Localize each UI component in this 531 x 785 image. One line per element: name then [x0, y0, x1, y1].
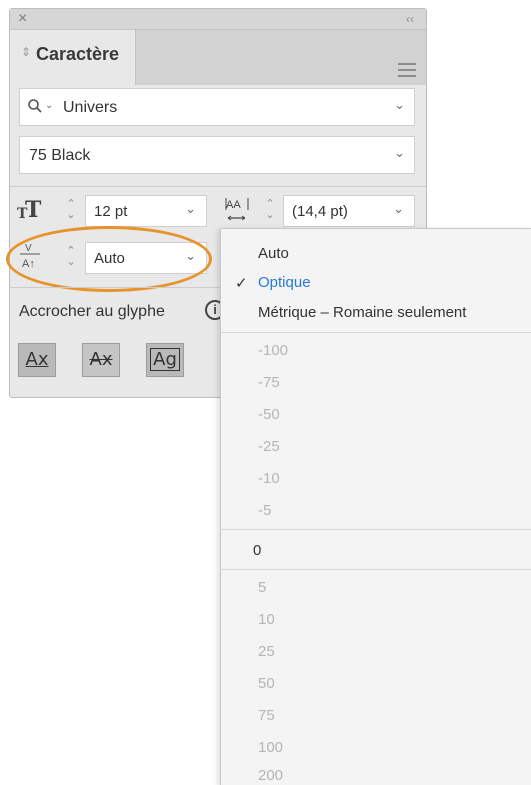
svg-text:AA: AA: [226, 199, 241, 211]
search-chevron-icon: ⌄: [45, 100, 54, 111]
button-label: Ag: [150, 348, 180, 371]
font-style-field[interactable]: 75 Black ⌄: [19, 136, 415, 174]
kerning-dropdown-menu: Auto ✓ Optique Métrique – Romaine seulem…: [220, 228, 531, 785]
leading-value: (14,4 pt): [292, 203, 348, 220]
tab-character[interactable]: ⇕ Caractère: [10, 30, 136, 85]
menu-item-75: 75: [258, 707, 275, 724]
font-family-field[interactable]: ⌄ Univers ⌄: [19, 88, 415, 126]
chevron-down-icon[interactable]: ⌄: [185, 201, 196, 217]
tab-label: Caractère: [36, 44, 120, 64]
button-label: Ax: [25, 349, 49, 370]
font-size-stepper[interactable]: ⌃ ⌄: [63, 199, 79, 221]
chevron-down-icon[interactable]: ⌄: [393, 201, 404, 217]
panel-menu-icon[interactable]: [398, 63, 416, 81]
close-icon[interactable]: ×: [18, 9, 27, 29]
divider: [10, 287, 220, 288]
panel-titlebar: × ‹‹: [10, 9, 426, 30]
menu-item-50: 50: [258, 675, 275, 692]
checkmark-icon: ✓: [235, 275, 248, 292]
font-size-value: 12 pt: [94, 203, 128, 220]
strikethrough-button[interactable]: Ax: [82, 343, 120, 377]
menu-item-minus-100: -100: [258, 342, 289, 359]
menu-item-auto[interactable]: Auto: [258, 245, 289, 262]
font-size-icon: T T: [17, 197, 42, 223]
menu-item-optique[interactable]: Optique: [258, 274, 311, 291]
tab-reorder-icon: ⇕: [21, 45, 32, 59]
search-icon: [28, 99, 42, 113]
leading-icon: AA: [225, 198, 249, 221]
menu-item-10: 10: [258, 611, 275, 628]
font-size-field[interactable]: 12 pt ⌄: [85, 195, 207, 227]
divider: [10, 186, 426, 187]
highlight-annotation: [6, 226, 212, 292]
leading-field[interactable]: (14,4 pt) ⌄: [283, 195, 415, 227]
chevron-down-icon[interactable]: ⌄: [394, 97, 405, 113]
all-caps-button[interactable]: Ax: [18, 343, 56, 377]
chevron-down-icon[interactable]: ⌄: [394, 145, 405, 161]
font-family-value: Univers: [63, 99, 118, 116]
menu-item-minus-5: -5: [258, 502, 272, 519]
menu-item-zero[interactable]: 0: [253, 542, 261, 559]
menu-item-minus-25: -25: [258, 438, 280, 455]
leading-stepper[interactable]: ⌃ ⌄: [262, 199, 278, 221]
menu-item-metrique[interactable]: Métrique – Romaine seulement: [258, 304, 466, 321]
menu-separator: [221, 332, 531, 333]
menu-item-minus-50: -50: [258, 406, 280, 423]
tab-row: ⇕ Caractère: [10, 30, 426, 85]
font-style-value: 75 Black: [29, 147, 91, 164]
menu-item-25: 25: [258, 643, 275, 660]
menu-separator: [221, 569, 531, 570]
menu-separator: [221, 529, 531, 530]
menu-item-100: 100: [258, 739, 284, 756]
menu-item-minus-75: -75: [258, 374, 280, 391]
menu-item-minus-10: -10: [258, 470, 280, 487]
snap-to-glyph-label: Accrocher au glyphe: [19, 303, 165, 320]
collapse-icon[interactable]: ‹‹: [406, 9, 414, 29]
glyph-frame-button[interactable]: Ag: [146, 343, 184, 377]
menu-item-200: 200: [258, 767, 284, 784]
button-label: Ax: [89, 349, 113, 370]
menu-item-5: 5: [258, 579, 267, 596]
